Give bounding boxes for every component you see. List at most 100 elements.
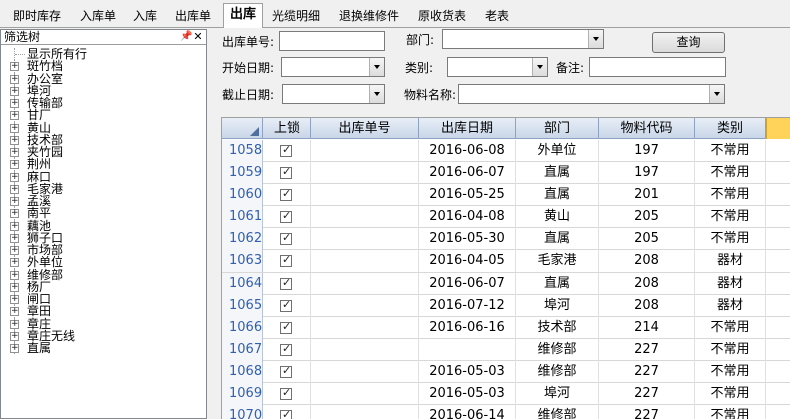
cell-category[interactable]: 不常用 [695, 338, 766, 361]
cell-outbound-no[interactable] [311, 316, 419, 339]
cell-outbound-date[interactable]: 2016-06-07 [419, 162, 516, 185]
cell-category[interactable]: 不常用 [695, 162, 766, 185]
expand-icon[interactable]: + [10, 111, 19, 121]
tab-outbound-order[interactable]: 出库单 [175, 7, 211, 25]
expand-icon[interactable]: + [10, 233, 19, 243]
cell-dept[interactable]: 直属 [516, 228, 599, 251]
expand-icon[interactable]: + [10, 74, 19, 84]
expand-icon[interactable]: + [10, 62, 19, 72]
cell-outbound-no[interactable] [311, 272, 419, 295]
cell-outbound-no[interactable] [311, 140, 419, 162]
tree-item[interactable]: + 直属 [1, 342, 206, 355]
table-row[interactable]: 1064 2016-06-07直属208器材 [222, 272, 790, 295]
cell-outbound-date[interactable]: 2016-04-08 [419, 206, 516, 229]
chevron-down-icon[interactable] [369, 85, 384, 103]
row-number[interactable]: 1061 [222, 206, 263, 229]
cell-outbound-date[interactable]: 2016-05-03 [419, 360, 516, 383]
cell-material-code[interactable]: 227 [599, 338, 695, 361]
row-number[interactable]: 1068 [222, 360, 263, 383]
tab-cable-detail[interactable]: 光缆明细 [272, 7, 320, 25]
cell-dept[interactable]: 黄山 [516, 206, 599, 229]
cell-category[interactable]: 器材 [695, 294, 766, 317]
cell-category[interactable]: 不常用 [695, 206, 766, 229]
locked-checkbox[interactable] [280, 143, 292, 157]
expand-icon[interactable]: + [10, 172, 19, 182]
cell-dept[interactable]: 外单位 [516, 140, 599, 162]
row-number[interactable]: 1066 [222, 316, 263, 339]
expand-icon[interactable]: + [10, 99, 19, 108]
cell-outbound-date[interactable]: 2016-04-05 [419, 250, 516, 273]
expand-icon[interactable]: + [10, 344, 19, 353]
expand-icon[interactable]: + [10, 221, 19, 231]
locked-checkbox[interactable] [280, 342, 292, 356]
table-row[interactable]: 1068 2016-05-03维修部227不常用 [222, 360, 790, 384]
expand-icon[interactable]: + [10, 295, 19, 304]
cell-outbound-date[interactable]: 2016-05-25 [419, 184, 516, 207]
chevron-down-icon[interactable] [709, 85, 724, 103]
locked-checkbox[interactable] [280, 231, 292, 246]
expand-icon[interactable]: + [10, 258, 19, 268]
table-row[interactable]: 1069 2016-05-03埠河227不常用 [222, 383, 790, 406]
table-row[interactable]: 1065 2016-07-12埠河208器材 [222, 294, 790, 317]
table-row[interactable]: 1070 2016-06-14维修部227不常用 [222, 405, 790, 419]
cell-dept[interactable]: 直属 [516, 184, 599, 207]
locked-checkbox[interactable] [280, 320, 292, 334]
locked-checkbox[interactable] [280, 408, 292, 419]
table-row[interactable]: 1060 2016-05-25直属201不常用 [222, 184, 790, 207]
table-row[interactable]: 1066 2016-06-16技术部214不常用 [222, 316, 790, 339]
row-number[interactable]: 1060 [222, 184, 263, 207]
locked-checkbox[interactable] [280, 386, 292, 401]
row-number[interactable]: 1063 [222, 250, 263, 273]
cell-category[interactable]: 不常用 [695, 140, 766, 162]
query-button[interactable]: 查询 [652, 32, 725, 53]
tab-outbound[interactable]: 出库 [223, 3, 264, 28]
expand-icon[interactable]: + [10, 282, 19, 292]
column-header-category[interactable]: 类别 [695, 118, 766, 139]
locked-checkbox[interactable] [280, 364, 292, 378]
cell-outbound-no[interactable] [311, 360, 419, 383]
locked-checkbox[interactable] [280, 253, 292, 268]
tab-original-receipt[interactable]: 原收货表 [418, 7, 466, 25]
row-number[interactable]: 1059 [222, 162, 263, 185]
cell-outbound-date[interactable]: 2016-05-30 [419, 228, 516, 251]
cell-material-code[interactable]: 227 [599, 360, 695, 383]
close-icon[interactable]: ✕ [193, 31, 203, 43]
cell-outbound-no[interactable] [311, 250, 419, 273]
cell-material-code[interactable]: 201 [599, 184, 695, 207]
cell-outbound-date[interactable]: 2016-06-08 [419, 140, 516, 162]
cell-material-code[interactable]: 208 [599, 272, 695, 295]
row-number[interactable]: 1064 [222, 272, 263, 295]
table-row[interactable]: 1059 2016-06-07直属197不常用 [222, 162, 790, 185]
chevron-down-icon[interactable] [369, 58, 384, 76]
row-number[interactable]: 1070 [222, 405, 263, 419]
column-header-material-code[interactable]: 物料代码 [599, 118, 695, 139]
table-row[interactable]: 1062 2016-05-30直属205不常用 [222, 228, 790, 251]
cell-outbound-no[interactable] [311, 184, 419, 207]
cell-category[interactable]: 不常用 [695, 360, 766, 383]
cell-dept[interactable]: 埠河 [516, 383, 599, 406]
expand-icon[interactable]: + [10, 86, 19, 96]
cell-dept[interactable]: 直属 [516, 162, 599, 185]
cell-dept[interactable]: 直属 [516, 272, 599, 295]
cell-material-code[interactable]: 208 [599, 250, 695, 273]
column-header-locked[interactable]: 上锁 [264, 118, 311, 139]
expand-icon[interactable]: + [10, 209, 19, 219]
cell-outbound-date[interactable]: 2016-06-07 [419, 272, 516, 295]
locked-checkbox[interactable] [280, 298, 292, 312]
cell-material-code[interactable]: 197 [599, 140, 695, 162]
cell-outbound-date[interactable]: 2016-05-03 [419, 383, 516, 406]
cell-dept[interactable]: 埠河 [516, 294, 599, 317]
locked-checkbox[interactable] [280, 276, 292, 290]
chevron-down-icon[interactable] [588, 30, 603, 48]
cell-material-code[interactable]: 214 [599, 316, 695, 339]
cell-category[interactable]: 不常用 [695, 383, 766, 406]
expand-icon[interactable]: + [10, 246, 19, 255]
cell-outbound-no[interactable] [311, 338, 419, 361]
expand-icon[interactable]: + [10, 148, 19, 157]
remark-input[interactable] [589, 57, 726, 77]
cell-outbound-no[interactable] [311, 206, 419, 229]
row-number[interactable]: 1058 [222, 140, 263, 162]
table-row[interactable]: 1067 维修部227不常用 [222, 338, 790, 361]
expand-icon[interactable]: + [10, 197, 19, 206]
row-number[interactable]: 1065 [222, 294, 263, 317]
